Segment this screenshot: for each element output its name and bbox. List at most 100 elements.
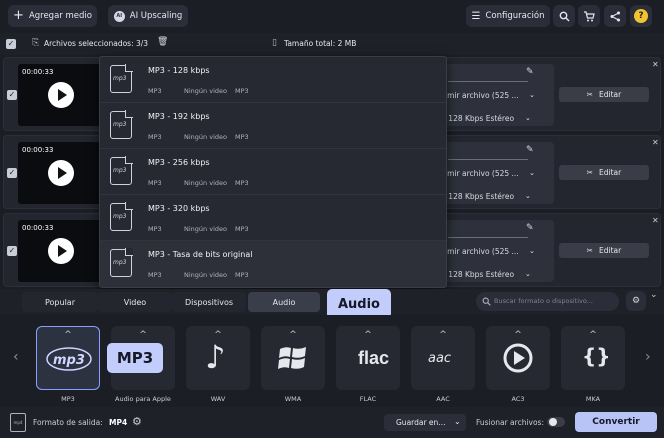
mp3-file-icon: mp3	[110, 110, 133, 139]
tab-label: Popular	[45, 297, 75, 307]
preset-dropdown: mp3 MP3 - 128 kbps MP3 Ningún video MP3 …	[99, 56, 447, 288]
preset-codec: MP3	[235, 271, 249, 279]
file-checkbox[interactable]: ✓	[7, 168, 17, 178]
chevron-down-icon[interactable]: ⌄	[525, 114, 531, 122]
search-icon	[559, 11, 569, 21]
format-label: MKA	[585, 395, 601, 403]
preset-item[interactable]: mp3 MP3 - 128 kbps MP3 Ningún video MP3	[100, 57, 446, 103]
play-icon[interactable]	[48, 82, 74, 108]
chevron-up-icon[interactable]: ^	[36, 330, 100, 340]
close-icon[interactable]: ✕	[652, 60, 659, 69]
tab-audio[interactable]: Audio	[248, 292, 320, 312]
gear-icon[interactable]: ⚙	[132, 415, 142, 428]
chevron-down-icon[interactable]: ⌄	[525, 192, 531, 200]
file-checkbox[interactable]: ✓	[7, 246, 17, 256]
search-icon	[482, 297, 491, 306]
cart-button[interactable]	[578, 5, 600, 27]
format-label: FLAC	[359, 395, 377, 403]
mp3-file-icon: mp3	[110, 202, 133, 231]
format-label: AAC	[436, 395, 450, 403]
tab-devices[interactable]: Dispositivos	[172, 292, 246, 312]
chevron-down-icon[interactable]: ⌄	[525, 270, 531, 278]
tab-popular[interactable]: Popular	[22, 292, 98, 312]
audio-option[interactable]: s 128 Kbps Estéreo	[442, 270, 514, 279]
preset-format: MP3	[148, 225, 162, 233]
help-icon: ?	[634, 9, 648, 23]
save-to-dropdown[interactable]: Guardar en... ⌄	[384, 414, 466, 431]
edit-button[interactable]: ✂ Editar	[559, 243, 649, 258]
chevron-up-icon[interactable]: ^	[411, 330, 475, 340]
preset-item[interactable]: mp3 MP3 - 320 kbps MP3 Ningún video MP3	[100, 195, 446, 241]
play-icon[interactable]	[48, 160, 74, 186]
pencil-icon[interactable]: ✎	[526, 145, 534, 155]
help-button[interactable]: ?	[630, 5, 652, 27]
chevron-left-icon[interactable]: ‹	[13, 349, 19, 365]
preset-item[interactable]: mp3 MP3 - Tasa de bits original MP3 Ning…	[100, 241, 446, 287]
preset-item[interactable]: mp3 MP3 - 256 kbps MP3 Ningún video MP3	[100, 149, 446, 195]
settings-file-icon: ⚙	[631, 296, 641, 306]
chevron-down-icon[interactable]: ⌄	[529, 91, 535, 99]
chevron-up-icon[interactable]: ^	[561, 330, 625, 340]
select-all-checkbox[interactable]: ✓	[6, 39, 16, 49]
output-format-label: Formato de salida:	[33, 418, 103, 427]
duration-label: 00:00:33	[22, 68, 54, 76]
flac-logo-icon: flac	[358, 348, 390, 368]
ai-upscaling-button[interactable]: AI AI Upscaling	[108, 5, 188, 27]
chevron-down-icon[interactable]: ⌄	[529, 247, 535, 255]
close-icon[interactable]: ✕	[652, 216, 659, 225]
edit-button[interactable]: ✂ Editar	[559, 87, 649, 102]
audio-option[interactable]: s 128 Kbps Estéreo	[442, 192, 514, 201]
chevron-up-icon[interactable]: ^	[111, 330, 175, 340]
share-button[interactable]	[604, 5, 626, 27]
trash-icon[interactable]: 🗑	[157, 37, 168, 47]
edit-label: Editar	[599, 168, 622, 177]
settings-button[interactable]: ☰ Configuración	[466, 5, 550, 27]
preset-format: MP3	[148, 179, 162, 187]
edit-label: Editar	[599, 90, 622, 99]
chevron-up-icon[interactable]: ^	[186, 330, 250, 340]
compress-option[interactable]: rimir archivo (525 ...	[442, 91, 519, 100]
pencil-icon[interactable]: ✎	[526, 223, 534, 233]
compress-option[interactable]: rimir archivo (525 ...	[442, 247, 519, 256]
convert-label: Convertir	[592, 417, 640, 427]
scissors-icon: ✂	[586, 90, 594, 99]
video-thumbnail[interactable]: 00:00:33	[18, 142, 104, 204]
format-search-input[interactable]: Buscar formato o dispositivo...	[476, 292, 619, 311]
aac-logo-icon: aac	[428, 351, 452, 366]
tab-label: Dispositivos	[184, 297, 234, 307]
chevron-up-icon[interactable]: ^	[486, 330, 550, 340]
preset-codec: MP3	[235, 87, 249, 95]
format-label: MP3	[61, 395, 75, 403]
file-icon: ▯	[272, 38, 277, 48]
audio-option[interactable]: s 128 Kbps Estéreo	[442, 114, 514, 123]
output-format-value[interactable]: MP4	[109, 418, 127, 427]
chevron-down-icon[interactable]: ⌄	[529, 169, 535, 177]
selection-bar: ✓ ⎘ Archivos seleccionados: 3/3 🗑 ▯ Tama…	[0, 33, 664, 55]
preset-video: Ningún video	[184, 271, 227, 279]
mp3-file-icon: mp3	[110, 64, 133, 93]
edit-label: Editar	[599, 246, 622, 255]
add-media-button[interactable]: + Agregar medio	[8, 5, 97, 27]
mp3-file-icon: mp3	[110, 248, 133, 277]
chevron-up-icon[interactable]: ^	[261, 330, 325, 340]
play-icon[interactable]	[48, 238, 74, 264]
merge-files-toggle[interactable]	[547, 417, 565, 427]
video-thumbnail[interactable]: 00:00:33	[18, 64, 104, 126]
format-label: AC3	[511, 395, 525, 403]
duration-label: 00:00:33	[22, 224, 54, 232]
compress-option[interactable]: rimir archivo (525 ...	[442, 169, 519, 178]
video-thumbnail[interactable]: 00:00:33	[18, 220, 104, 282]
file-checkbox[interactable]: ✓	[7, 90, 17, 100]
collapse-chevron-icon[interactable]: ⌄	[650, 290, 658, 300]
preset-item[interactable]: mp3 MP3 - 192 kbps MP3 Ningún video MP3	[100, 103, 446, 149]
edit-button[interactable]: ✂ Editar	[559, 165, 649, 180]
tab-video[interactable]: Video	[98, 292, 172, 312]
chevron-up-icon[interactable]: ^	[336, 330, 400, 340]
search-button[interactable]	[553, 5, 575, 27]
custom-format-button[interactable]: ⚙	[626, 291, 646, 311]
chevron-right-icon[interactable]: ›	[645, 349, 651, 365]
close-icon[interactable]: ✕	[652, 138, 659, 147]
pencil-icon[interactable]: ✎	[526, 67, 534, 77]
file-settings: ✎ rimir archivo (525 ... ⌄ s 128 Kbps Es…	[442, 64, 554, 126]
convert-button[interactable]: Convertir	[575, 412, 657, 432]
